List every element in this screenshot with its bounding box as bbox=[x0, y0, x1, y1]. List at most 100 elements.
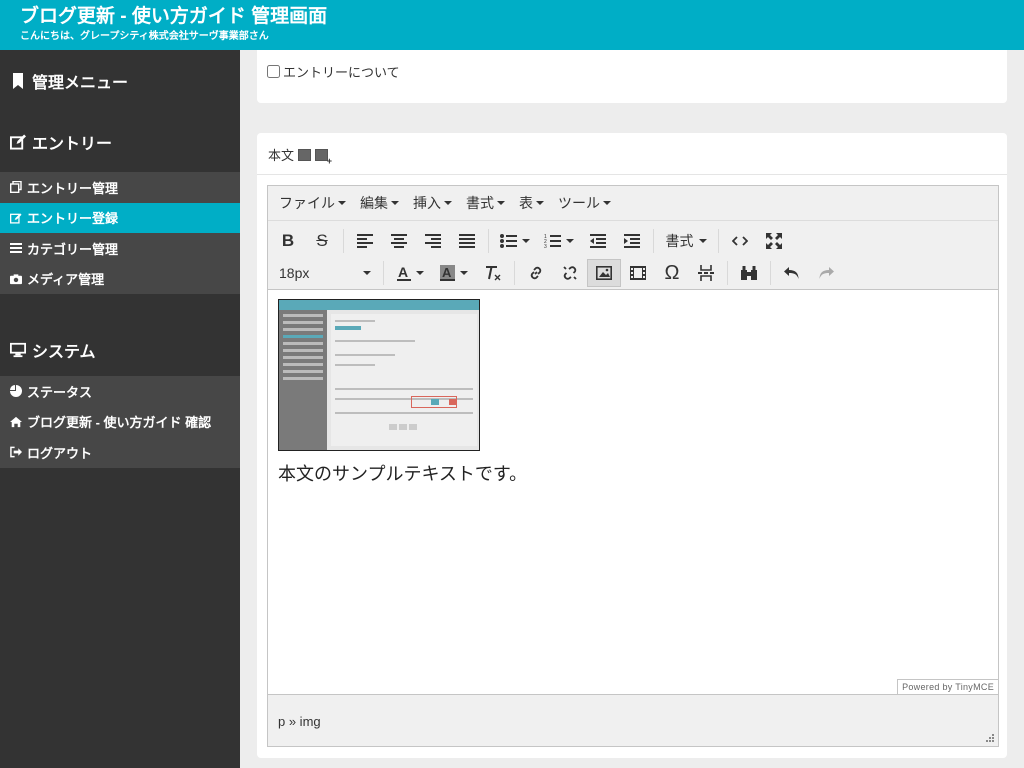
menu-format[interactable]: 書式 bbox=[459, 193, 512, 213]
align-justify-button[interactable] bbox=[450, 227, 484, 255]
strikethrough-button[interactable]: S bbox=[305, 227, 339, 255]
caret-down-icon bbox=[522, 239, 530, 243]
insert-media-button[interactable] bbox=[621, 259, 655, 287]
entry-about-option[interactable]: エントリーについて bbox=[267, 62, 400, 81]
copy-icon bbox=[10, 181, 22, 194]
remove-link-button[interactable] bbox=[553, 259, 587, 287]
bullet-list-icon bbox=[500, 234, 517, 248]
align-center-icon bbox=[391, 234, 407, 248]
add-image-icon[interactable] bbox=[315, 148, 332, 166]
caret-down-icon bbox=[460, 271, 468, 275]
find-replace-button[interactable] bbox=[732, 259, 766, 287]
fullscreen-button[interactable] bbox=[757, 227, 791, 255]
bold-button[interactable]: B bbox=[271, 227, 305, 255]
undo-button[interactable] bbox=[775, 259, 809, 287]
text-color-button[interactable]: A bbox=[388, 259, 432, 287]
caret-down-icon bbox=[698, 239, 707, 243]
font-size-select[interactable]: 18px bbox=[271, 259, 379, 287]
outdent-icon bbox=[590, 234, 606, 248]
outdent-button[interactable] bbox=[581, 227, 615, 255]
rich-text-editor: ファイル 編集 挿入 書式 表 ツール B S 1 2 3 書式 18px A … bbox=[267, 185, 999, 747]
align-justify-icon bbox=[459, 234, 475, 248]
body-label-row: 本文 bbox=[268, 145, 332, 166]
sidebar-item-category-manage[interactable]: カテゴリー管理 bbox=[0, 233, 240, 264]
edit-icon bbox=[10, 134, 26, 150]
home-icon bbox=[10, 416, 22, 428]
body-card: 本文 ファイル 編集 挿入 書式 表 ツール B S bbox=[257, 133, 1007, 758]
indent-icon bbox=[624, 234, 640, 248]
bookmark-icon bbox=[10, 73, 26, 89]
toolbar-row-2: 18px A A Ω bbox=[271, 257, 998, 289]
editor-menubar: ファイル 編集 挿入 書式 表 ツール bbox=[268, 186, 998, 221]
menu-table[interactable]: 表 bbox=[512, 193, 551, 213]
sidebar-title-entry: エントリー bbox=[0, 112, 240, 172]
app-title: ブログ更新 - 使い方ガイド 管理画面 bbox=[20, 6, 328, 27]
format-dropdown[interactable]: 書式 bbox=[658, 227, 714, 255]
align-right-icon bbox=[425, 234, 441, 248]
align-left-icon bbox=[357, 234, 373, 248]
special-character-button[interactable]: Ω bbox=[655, 259, 689, 287]
sidebar-item-entry-manage[interactable]: エントリー管理 bbox=[0, 172, 240, 203]
greeting-text: こんにちは、グレープシティ株式会社サーヴ事業部さん bbox=[20, 31, 269, 42]
sidebar-item-view-blog[interactable]: ブログ更新 - 使い方ガイド 確認 bbox=[0, 407, 240, 438]
caret-down-icon bbox=[444, 201, 452, 205]
sidebar-item-status[interactable]: ステータス bbox=[0, 376, 240, 407]
editor-text: 本文のサンプルテキストです。 bbox=[278, 464, 528, 484]
strikethrough-icon: S bbox=[316, 231, 328, 250]
element-path[interactable]: p » img bbox=[278, 714, 321, 729]
menu-file[interactable]: ファイル bbox=[272, 193, 353, 213]
sidebar-item-media-manage[interactable]: メディア管理 bbox=[0, 264, 240, 295]
background-color-icon: A bbox=[440, 265, 455, 281]
menu-tools[interactable]: ツール bbox=[551, 193, 618, 213]
caret-down-icon bbox=[363, 271, 371, 275]
omega-icon: Ω bbox=[664, 261, 680, 284]
caret-down-icon bbox=[536, 201, 544, 205]
indent-button[interactable] bbox=[615, 227, 649, 255]
svg-text:A: A bbox=[442, 265, 452, 280]
svg-text:A: A bbox=[398, 265, 408, 280]
sidebar-system-list: ステータス ブログ更新 - 使い方ガイド 確認 ログアウト bbox=[0, 376, 240, 468]
editor-statusbar: p » img bbox=[268, 696, 998, 746]
caret-down-icon bbox=[566, 239, 574, 243]
clear-formatting-icon bbox=[486, 266, 501, 281]
sidebar: 管理メニュー エントリー エントリー管理 エントリー登録 カテゴリー管理 メディ… bbox=[0, 50, 240, 768]
caret-down-icon bbox=[338, 201, 346, 205]
app-header: ブログ更新 - 使い方ガイド 管理画面 こんにちは、グレープシティ株式会社サーヴ… bbox=[0, 0, 1024, 50]
editor-content-area[interactable]: 本文のサンプルテキストです。 Powered by TinyMCE bbox=[268, 290, 998, 695]
embedded-screenshot-image[interactable] bbox=[278, 299, 480, 451]
powered-by-label[interactable]: Powered by TinyMCE bbox=[897, 679, 998, 694]
bullet-list-button[interactable] bbox=[493, 227, 537, 255]
source-code-button[interactable] bbox=[723, 227, 757, 255]
align-right-button[interactable] bbox=[416, 227, 450, 255]
align-center-button[interactable] bbox=[382, 227, 416, 255]
fullscreen-icon bbox=[766, 233, 782, 249]
redo-button[interactable] bbox=[809, 259, 843, 287]
link-icon bbox=[530, 266, 542, 280]
insert-link-button[interactable] bbox=[519, 259, 553, 287]
menu-insert[interactable]: 挿入 bbox=[406, 193, 459, 213]
numbered-list-icon: 123 bbox=[544, 234, 561, 248]
binoculars-icon bbox=[741, 266, 757, 280]
editor-toolbar: B S 1 2 3 書式 18px A A Ω bbox=[268, 221, 998, 290]
body-label: 本文 bbox=[268, 148, 295, 163]
page-break-button[interactable] bbox=[689, 259, 723, 287]
sidebar-title-admin-menu: 管理メニュー bbox=[0, 50, 240, 112]
unlink-icon bbox=[563, 266, 577, 280]
sidebar-item-entry-register[interactable]: エントリー登録 bbox=[0, 202, 240, 233]
sidebar-item-logout[interactable]: ログアウト bbox=[0, 437, 240, 468]
entry-about-checkbox[interactable] bbox=[267, 65, 280, 78]
list-icon bbox=[10, 242, 22, 254]
menu-edit[interactable]: 編集 bbox=[353, 193, 406, 213]
resize-handle-icon[interactable] bbox=[986, 734, 995, 743]
numbered-list-button[interactable]: 123 bbox=[537, 227, 581, 255]
insert-image-icon[interactable] bbox=[298, 148, 312, 161]
insert-image-button[interactable] bbox=[587, 259, 621, 287]
caret-down-icon bbox=[497, 201, 505, 205]
align-left-button[interactable] bbox=[348, 227, 382, 255]
page-break-icon bbox=[698, 265, 714, 281]
background-color-button[interactable]: A bbox=[432, 259, 476, 287]
clear-formatting-button[interactable] bbox=[476, 259, 510, 287]
camera-icon bbox=[10, 273, 22, 285]
caret-down-icon bbox=[415, 271, 424, 275]
film-icon bbox=[630, 266, 646, 280]
